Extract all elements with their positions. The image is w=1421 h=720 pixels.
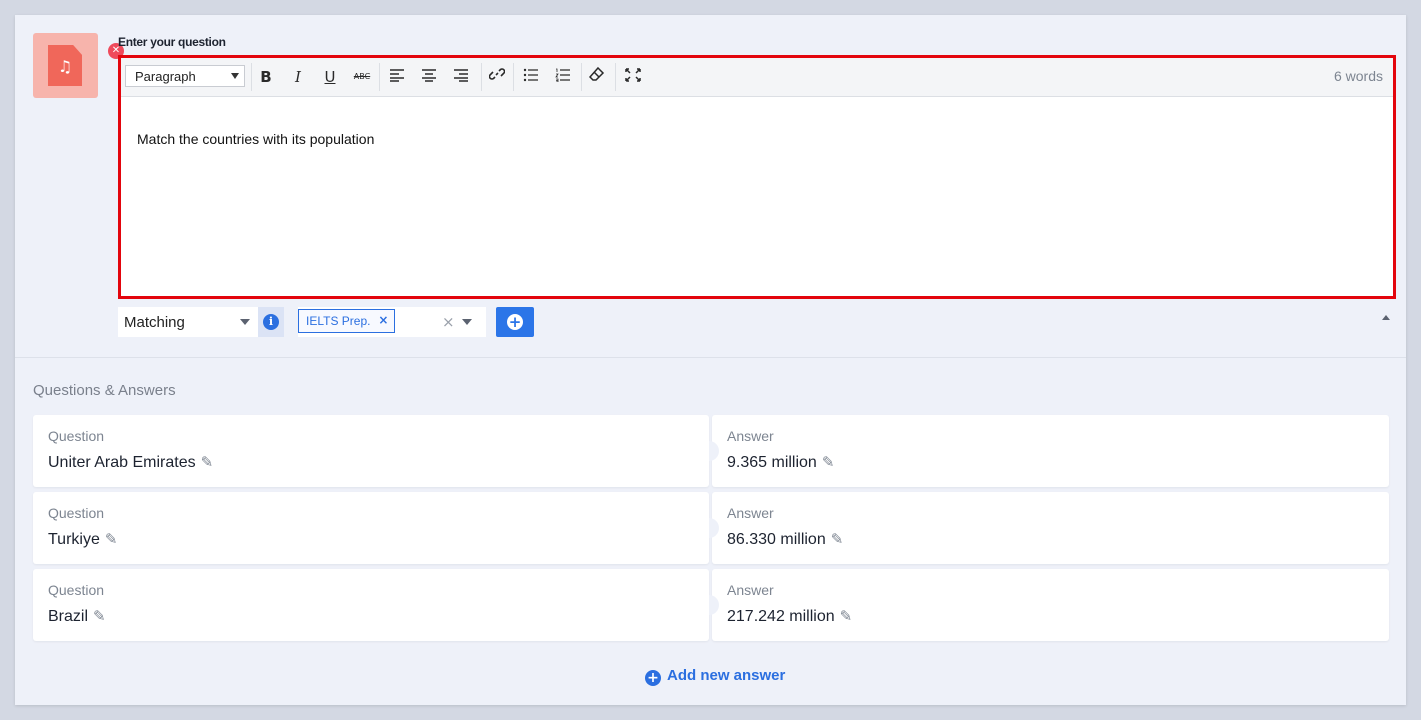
question-card[interactable]: Question Brazil ✎ bbox=[33, 569, 709, 641]
answer-caption: Answer bbox=[727, 505, 774, 521]
strikethrough-icon[interactable]: ABC bbox=[350, 66, 374, 88]
pencil-icon[interactable]: ✎ bbox=[831, 530, 844, 548]
question-caption: Question bbox=[48, 582, 105, 598]
pencil-icon[interactable]: ✎ bbox=[105, 530, 118, 548]
toolbar-divider bbox=[251, 63, 252, 91]
plus-circle-icon: + bbox=[645, 670, 661, 686]
italic-icon[interactable]: I bbox=[286, 66, 310, 88]
link-icon[interactable] bbox=[485, 66, 509, 88]
rich-text-editor: Paragraph B I U ABC 6 words Match the co… bbox=[118, 55, 1396, 299]
toolbar-divider bbox=[513, 63, 514, 91]
answer-value: 217.242 million ✎ bbox=[727, 607, 852, 626]
chevron-down-icon bbox=[240, 319, 250, 325]
answer-caption: Answer bbox=[727, 582, 774, 598]
qa-section-title: Questions & Answers bbox=[33, 382, 176, 399]
question-type-info-button[interactable]: i bbox=[258, 307, 284, 337]
question-type-select[interactable]: Matching bbox=[118, 307, 258, 337]
tag-label: IELTS Prep. bbox=[306, 314, 371, 328]
answer-value: 86.330 million ✎ bbox=[727, 530, 843, 549]
tag-select[interactable]: IELTS Prep. × × bbox=[298, 307, 486, 337]
clear-tags-icon[interactable]: × bbox=[442, 313, 455, 331]
answer-caption: Answer bbox=[727, 428, 774, 444]
question-card[interactable]: Question Turkiye ✎ bbox=[33, 492, 709, 564]
question-text: Uniter Arab Emirates bbox=[48, 454, 196, 471]
toolbar-divider bbox=[379, 63, 380, 91]
answer-text: 217.242 million bbox=[727, 608, 835, 625]
question-type-value: Matching bbox=[124, 314, 185, 331]
pencil-icon[interactable]: ✎ bbox=[840, 607, 853, 625]
answer-text: 86.330 million bbox=[727, 531, 826, 548]
question-media-thumbnail[interactable]: ♫ ✕ bbox=[33, 33, 124, 98]
question-text: Brazil bbox=[48, 608, 89, 625]
question-text: Turkiye bbox=[48, 531, 100, 548]
answer-card[interactable]: Answer 9.365 million ✎ bbox=[712, 415, 1389, 487]
numbered-list-icon[interactable] bbox=[551, 66, 575, 88]
question-text[interactable]: Match the countries with its population bbox=[137, 131, 374, 147]
pencil-icon[interactable]: ✎ bbox=[93, 607, 106, 625]
align-left-icon[interactable] bbox=[385, 66, 409, 88]
question-card[interactable]: Question Uniter Arab Emirates ✎ bbox=[33, 415, 709, 487]
toolbar-divider bbox=[581, 63, 582, 91]
section-divider bbox=[15, 357, 1406, 358]
question-settings-row: Matching i IELTS Prep. × × + bbox=[118, 307, 1390, 337]
question-value: Uniter Arab Emirates ✎ bbox=[48, 453, 213, 472]
bold-icon[interactable]: B bbox=[254, 66, 278, 88]
fullscreen-icon[interactable] bbox=[621, 66, 645, 88]
question-panel: ♫ ✕ Enter your question Paragraph B I U … bbox=[15, 15, 1406, 705]
editor-toolbar: Paragraph B I U ABC 6 words bbox=[121, 58, 1393, 97]
answer-card[interactable]: Answer 217.242 million ✎ bbox=[712, 569, 1389, 641]
question-value: Turkiye ✎ bbox=[48, 530, 117, 549]
answer-value: 9.365 million ✎ bbox=[727, 453, 834, 472]
underline-icon[interactable]: U bbox=[318, 66, 342, 88]
question-caption: Question bbox=[48, 428, 105, 444]
question-value: Brazil ✎ bbox=[48, 607, 106, 626]
question-label: Enter your question bbox=[118, 35, 226, 49]
chevron-down-icon[interactable] bbox=[462, 319, 472, 325]
chevron-up-icon[interactable] bbox=[1382, 315, 1390, 320]
question-caption: Question bbox=[48, 505, 105, 521]
answer-text: 9.365 million bbox=[727, 454, 817, 471]
tag-chip: IELTS Prep. × bbox=[298, 309, 396, 333]
add-new-answer-label: Add new answer bbox=[667, 667, 786, 684]
pencil-icon[interactable]: ✎ bbox=[822, 453, 835, 471]
remove-tag-icon[interactable]: × bbox=[378, 313, 388, 327]
eraser-icon[interactable] bbox=[585, 66, 609, 88]
bullet-list-icon[interactable] bbox=[519, 66, 543, 88]
music-file-icon: ♫ bbox=[48, 45, 82, 86]
add-tag-button[interactable]: + bbox=[496, 307, 534, 337]
plus-circle-icon: + bbox=[507, 313, 523, 331]
toolbar-divider bbox=[615, 63, 616, 91]
block-format-select[interactable]: Paragraph bbox=[125, 65, 245, 87]
block-format-value: Paragraph bbox=[135, 69, 196, 84]
toolbar-divider bbox=[481, 63, 482, 91]
chevron-down-icon bbox=[231, 73, 239, 79]
add-new-answer-button[interactable]: + Add new answer bbox=[645, 667, 785, 686]
align-center-icon[interactable] bbox=[417, 66, 441, 88]
word-count: 6 words bbox=[1333, 68, 1383, 84]
align-right-icon[interactable] bbox=[449, 66, 473, 88]
answer-card[interactable]: Answer 86.330 million ✎ bbox=[712, 492, 1389, 564]
info-icon: i bbox=[263, 314, 279, 330]
pencil-icon[interactable]: ✎ bbox=[201, 453, 214, 471]
